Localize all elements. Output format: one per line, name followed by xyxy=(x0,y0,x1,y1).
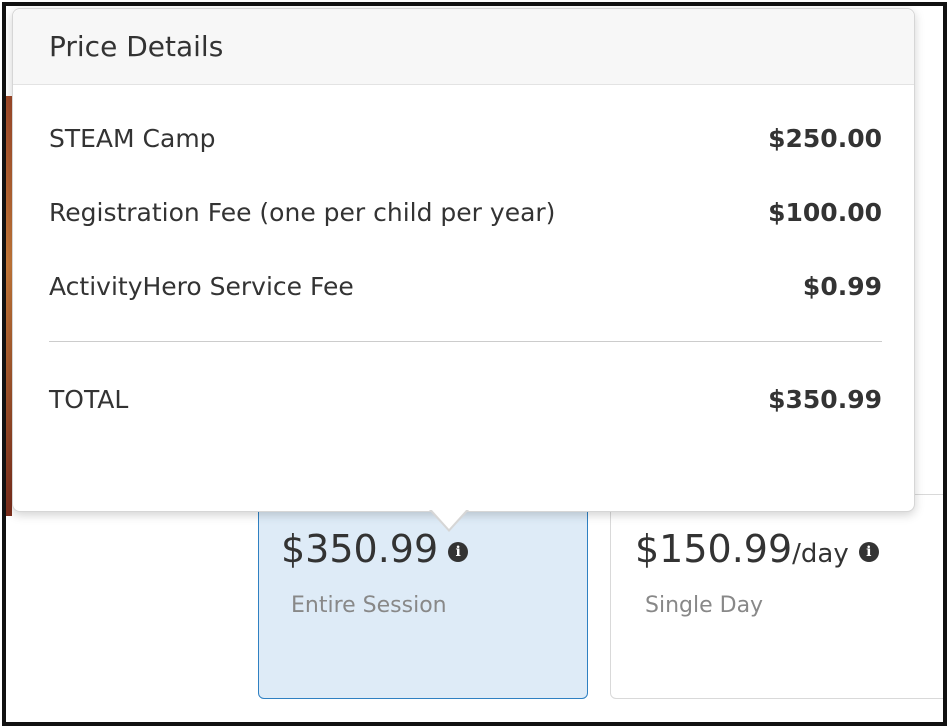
price-option-entire-session[interactable]: $350.99 i Entire Session xyxy=(258,494,588,699)
line-item-amount: $250.00 xyxy=(768,124,882,153)
line-item-name: ActivityHero Service Fee xyxy=(49,272,354,301)
info-icon[interactable]: i xyxy=(448,542,469,562)
line-item-amount: $100.00 xyxy=(768,198,882,227)
price-breakdown: STEAM Camp $250.00 Registration Fee (one… xyxy=(13,119,914,420)
price-amount: $350.99 i xyxy=(281,527,469,571)
screenshot-frame: $350.99 i Entire Session $150.99 /day i … xyxy=(2,2,947,726)
line-item-name: Registration Fee (one per child per year… xyxy=(49,198,556,227)
total-row: TOTAL $350.99 xyxy=(49,380,882,420)
line-item: Registration Fee (one per child per year… xyxy=(49,193,882,233)
total-amount: $350.99 xyxy=(768,385,882,414)
popover-title: Price Details xyxy=(13,9,914,85)
divider xyxy=(49,341,882,342)
price-amount: $150.99 /day i xyxy=(635,527,879,571)
popover-arrow xyxy=(431,509,467,529)
price-details-popover: Price Details STEAM Camp $250.00 Registr… xyxy=(12,8,915,512)
info-icon[interactable]: i xyxy=(858,542,879,562)
price-value: $150.99 xyxy=(635,527,793,571)
price-suffix: /day xyxy=(792,539,849,569)
total-label: TOTAL xyxy=(49,385,129,414)
price-label: Single Day xyxy=(645,593,764,618)
price-label: Entire Session xyxy=(291,593,447,618)
line-item: ActivityHero Service Fee $0.99 xyxy=(49,267,882,307)
line-item: STEAM Camp $250.00 xyxy=(49,119,882,159)
line-item-amount: $0.99 xyxy=(802,272,882,301)
price-option-single-day[interactable]: $150.99 /day i Single Day xyxy=(610,494,943,699)
line-item-name: STEAM Camp xyxy=(49,124,216,153)
price-value: $350.99 xyxy=(281,527,439,571)
